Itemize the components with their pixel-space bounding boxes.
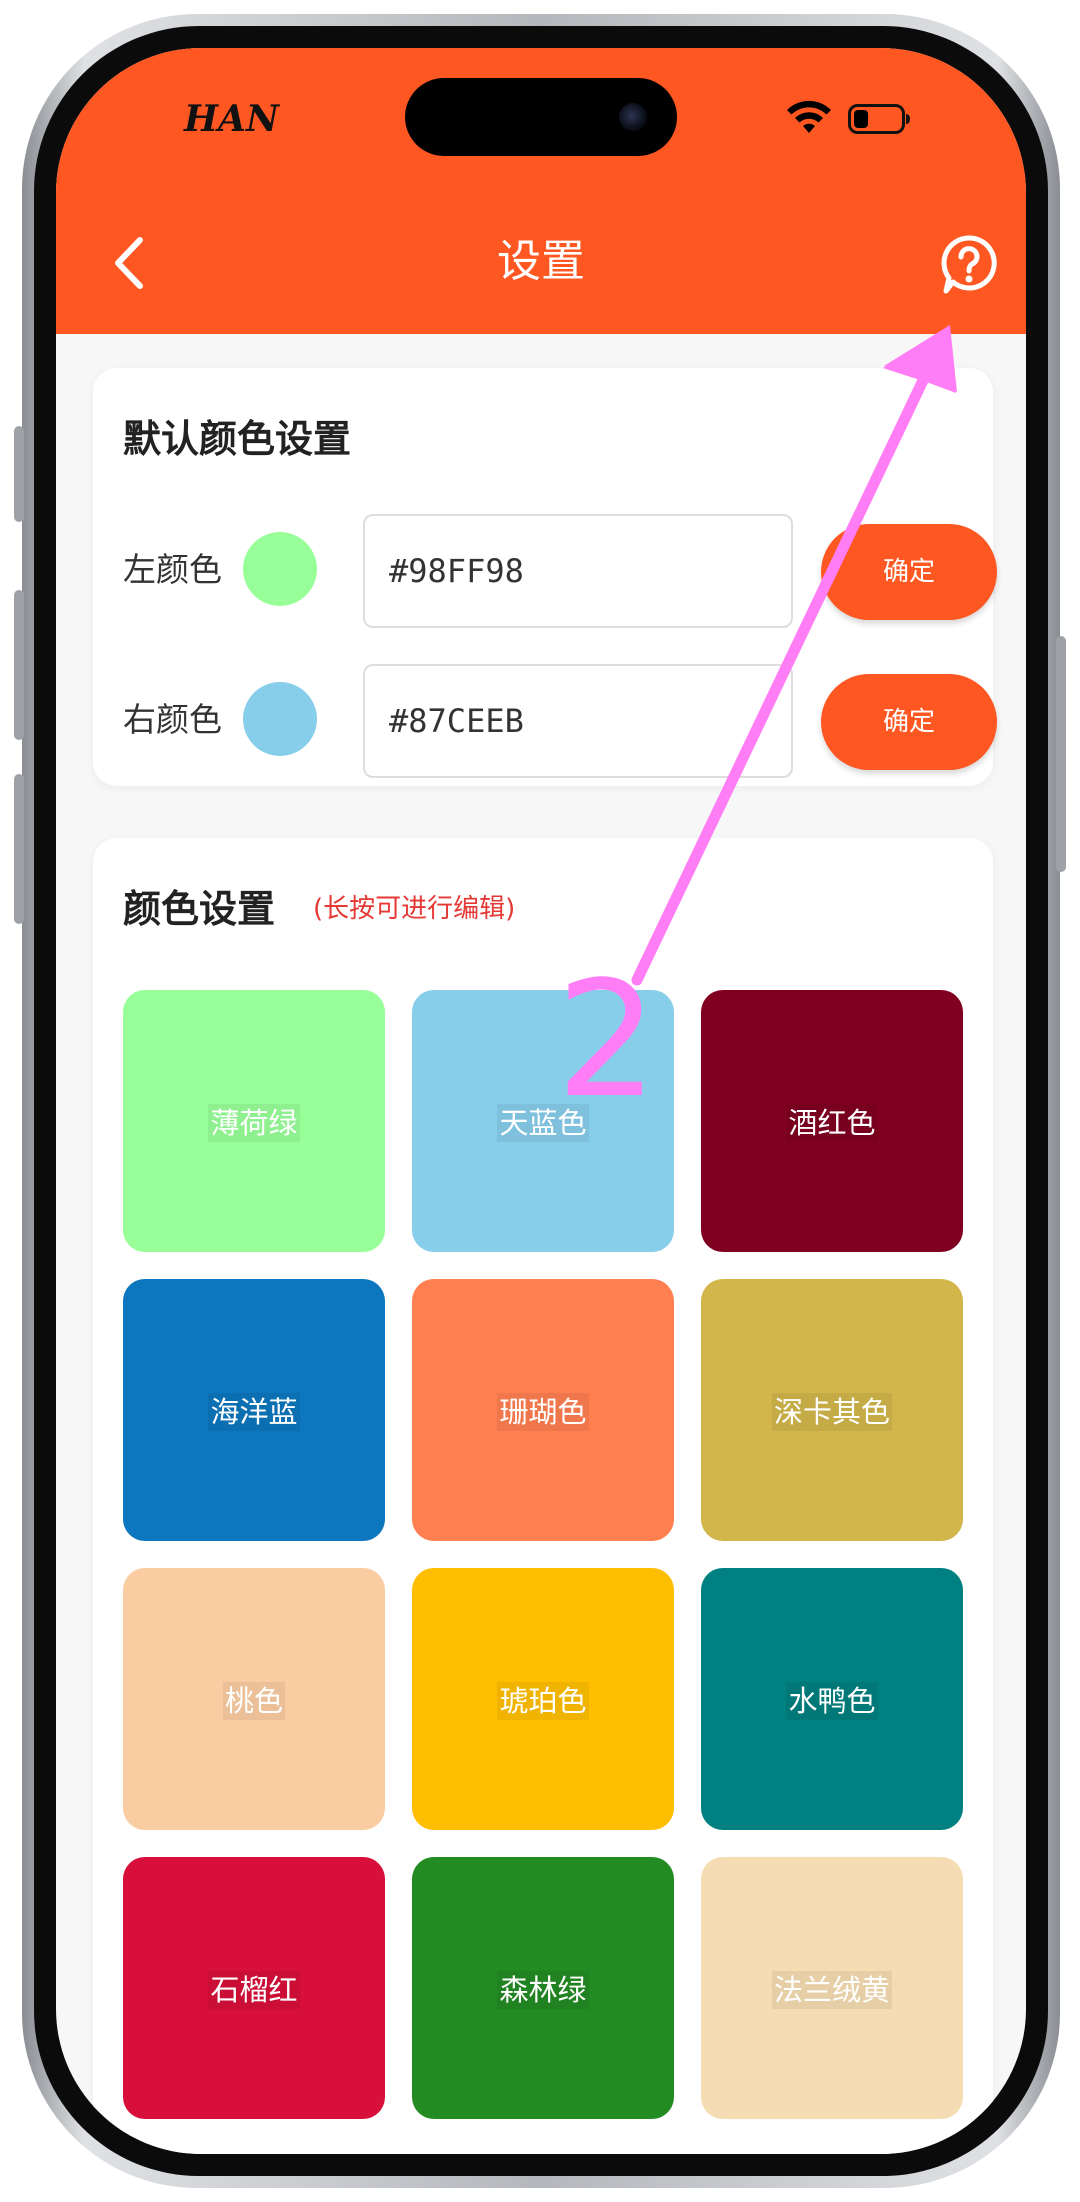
color-settings-card: 颜色设置 (长按可进行编辑) 薄荷绿 天蓝色 酒红色 海洋蓝 珊瑚色 深卡其色 桃色 琥珀色水… <box>93 838 993 2154</box>
default-colors-title: 默认颜色设置 <box>123 417 352 461</box>
screen: HAN 设置 默认颜色设置 左颜色 #98FF98 确定 右颜色 #87CEEB… <box>56 48 1026 2154</box>
help-button[interactable] <box>940 234 998 296</box>
battery-icon <box>848 104 910 134</box>
right-color-input[interactable]: #87CEEB <box>363 664 793 778</box>
color-name: 石榴红 <box>208 1971 300 2009</box>
color-tile-label: 酒红色 <box>701 1100 963 1142</box>
default-colors-card: 默认颜色设置 左颜色 #98FF98 确定 右颜色 #87CEEB 确定 <box>93 368 997 786</box>
color-name: 薄荷绿 <box>208 1104 300 1142</box>
volume-up-button <box>14 590 24 740</box>
color-tile-label: 水鸭色 <box>701 1678 963 1720</box>
color-tile-label: 深卡其色 <box>701 1389 963 1431</box>
color-tile-label: 琥珀色 <box>412 1678 674 1720</box>
page: HAN 设置 默认颜色设置 左颜色 #98FF98 确定 右颜色 #87CEEB… <box>0 0 1080 2202</box>
color-tile[interactable]: 珊瑚色 <box>412 1279 674 1541</box>
color-name: 水鸭色 <box>786 1682 878 1720</box>
color-tile[interactable]: 薄荷绿 <box>123 990 385 1252</box>
color-tile-label: 海洋蓝 <box>123 1389 385 1431</box>
color-tile[interactable]: 酒红色 <box>701 990 963 1252</box>
wifi-icon <box>787 100 831 133</box>
color-tile-label: 法兰绒黄 <box>701 1967 963 2009</box>
color-tile[interactable]: 石榴红 <box>123 1857 385 2119</box>
color-tile[interactable]: 森林绿 <box>412 1857 674 2119</box>
left-confirm-button[interactable]: 确定 <box>821 524 997 620</box>
color-tile-label: 薄荷绿 <box>123 1100 385 1142</box>
right-color-label: 右颜色 <box>123 700 222 739</box>
color-name: 桃色 <box>222 1682 285 1720</box>
left-color-input[interactable]: #98FF98 <box>363 514 793 628</box>
color-name: 法兰绒黄 <box>771 1971 892 2009</box>
color-name: 深卡其色 <box>771 1393 892 1431</box>
color-tile[interactable]: 法兰绒黄 <box>701 1857 963 2119</box>
color-tile-label: 石榴红 <box>123 1967 385 2009</box>
color-name: 琥珀色 <box>497 1682 589 1720</box>
power-button <box>1056 636 1066 872</box>
action-button <box>14 426 24 522</box>
right-confirm-button[interactable]: 确定 <box>821 674 997 770</box>
color-tile-label: 森林绿 <box>412 1967 674 2009</box>
carrier-logo: HAN <box>184 98 279 140</box>
color-name: 森林绿 <box>497 1971 589 2009</box>
page-title: 设置 <box>497 236 585 287</box>
right-color-swatch[interactable] <box>243 682 317 756</box>
dynamic-island <box>405 78 677 156</box>
color-tile[interactable]: 桃色 <box>123 1568 385 1830</box>
color-tile[interactable]: 水鸭色 <box>701 1568 963 1830</box>
top-app-bar: HAN 设置 <box>56 48 1026 334</box>
color-settings-title: 颜色设置 <box>123 887 276 931</box>
color-tile[interactable]: 海洋蓝 <box>123 1279 385 1541</box>
left-color-swatch[interactable] <box>243 532 317 606</box>
color-name: 海洋蓝 <box>208 1393 300 1431</box>
annotation-step-number: 2 <box>556 946 658 1133</box>
color-tile[interactable]: 琥珀色 <box>412 1568 674 1830</box>
color-tile-label: 桃色 <box>123 1678 385 1720</box>
color-name: 酒红色 <box>786 1104 878 1142</box>
color-tile-label: 珊瑚色 <box>412 1389 674 1431</box>
front-camera <box>619 103 647 131</box>
color-name: 珊瑚色 <box>497 1393 589 1431</box>
volume-down-button <box>14 774 24 924</box>
edit-hint: (长按可进行编辑) <box>313 894 516 924</box>
left-color-label: 左颜色 <box>123 550 222 589</box>
color-tile[interactable]: 深卡其色 <box>701 1279 963 1541</box>
